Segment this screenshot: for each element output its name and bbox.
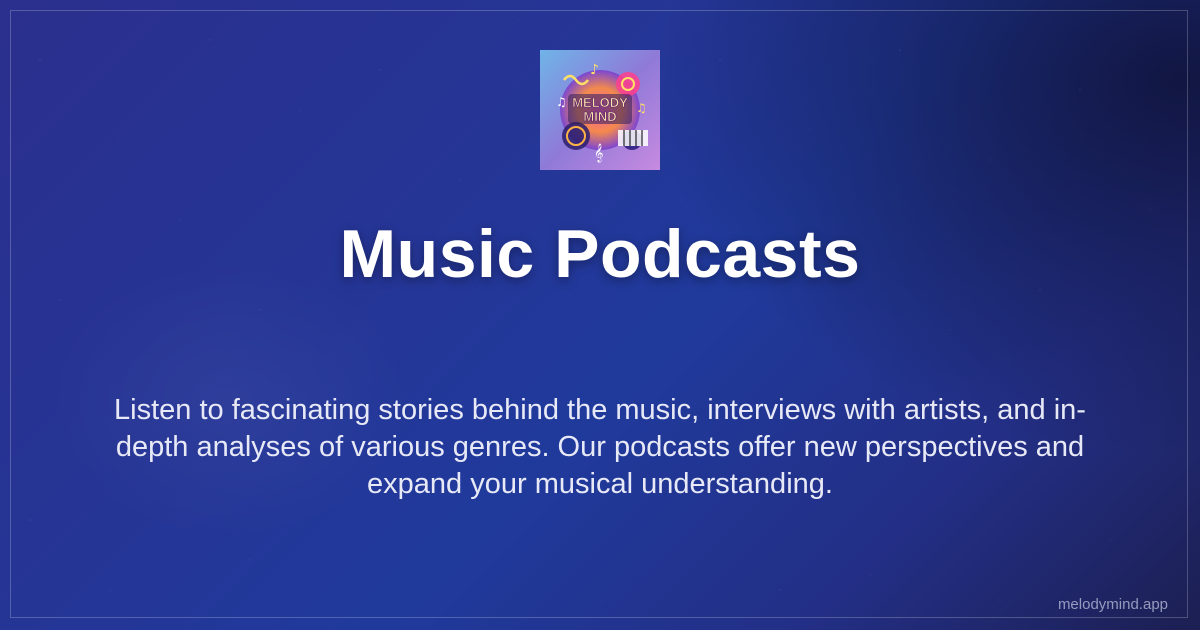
logo-text-line2: MIND (583, 109, 616, 124)
page-description: Listen to fascinating stories behind the… (114, 394, 1086, 500)
svg-text:♫: ♫ (636, 101, 647, 115)
page-title: Music Podcasts (339, 216, 861, 292)
site-domain-label: melodymind.app (1057, 596, 1168, 613)
svg-text:♫: ♫ (556, 95, 567, 109)
melody-mind-logo: ♪ ♫ ♫ 𝄞 MELODY MIND (540, 50, 660, 170)
social-preview-card: ♪ ♫ ♫ 𝄞 MELODY MIND Music Podcasts Liste… (0, 0, 1200, 630)
svg-text:𝄞: 𝄞 (594, 143, 603, 163)
svg-text:♪: ♪ (590, 62, 599, 78)
logo-text-line1: MELODY (572, 95, 628, 110)
